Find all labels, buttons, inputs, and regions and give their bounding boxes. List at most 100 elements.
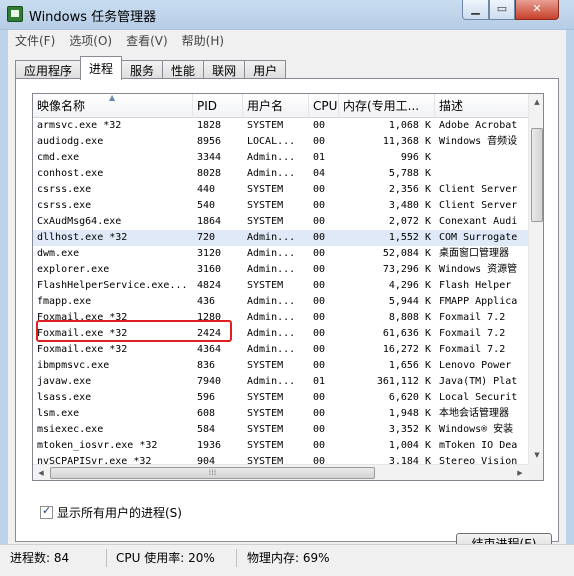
process-memory: 16,272 K [382, 344, 431, 355]
column-pid[interactable]: PID [193, 94, 243, 118]
process-description: Local Securit [439, 392, 518, 403]
process-cpu: 00 [313, 360, 326, 371]
process-memory: 3,480 K [388, 200, 431, 211]
process-pid: 540 [197, 200, 216, 211]
column-memory[interactable]: 内存(专用工... [339, 94, 435, 118]
process-pid: 3160 [197, 264, 222, 275]
process-row[interactable]: CxAudMsg64.exe 1864 SYSTEM 00 2,072 K Conexan… [33, 214, 528, 230]
process-row[interactable]: dllhost.exe *32 720 Admin... 00 1,552 K COM S… [33, 230, 528, 246]
vertical-scrollbar[interactable]: ▲ ▼ [528, 94, 543, 464]
process-row[interactable]: lsm.exe 608 SYSTEM 00 1,948 K 本地会话管理器 [33, 406, 528, 422]
process-user: SYSTEM [247, 360, 284, 371]
status-bar: 进程数: 84 CPU 使用率: 20% 物理内存: 69% [0, 544, 574, 576]
process-list[interactable]: 映像名称 ▲ PID 用户名 CPU 内存(专用工... 描述 armsvc.e… [32, 93, 544, 481]
process-cpu: 00 [313, 312, 326, 323]
vertical-scroll-thumb[interactable] [531, 128, 543, 222]
column-user-name[interactable]: 用户名 [243, 94, 309, 118]
process-pid: 836 [197, 360, 216, 371]
process-cpu: 00 [313, 392, 326, 403]
horizontal-scrollbar[interactable]: ◀ ⁞⁞⁞ ▶ [33, 464, 528, 480]
process-description: 桌面窗口管理器 [439, 248, 509, 259]
scroll-up-icon[interactable]: ▲ [529, 94, 543, 111]
process-pid: 608 [197, 408, 216, 419]
process-row[interactable]: dwm.exe 3120 Admin... 00 52,084 K 桌面窗口管理器 [33, 246, 528, 262]
process-cpu: 01 [313, 376, 326, 387]
process-pid: 584 [197, 424, 216, 435]
process-memory: 52,084 K [382, 248, 431, 259]
tab-performance[interactable]: 性能 [162, 60, 205, 79]
menu-options[interactable]: 选项(O) [62, 30, 119, 50]
process-cpu: 00 [313, 136, 326, 147]
tab-users[interactable]: 用户 [244, 60, 287, 79]
window-title: Windows 任务管理器 [29, 10, 157, 25]
process-memory: 61,636 K [382, 328, 431, 339]
process-user: Admin... [247, 376, 296, 387]
tab-applications[interactable]: 应用程序 [15, 60, 82, 79]
process-row[interactable]: audiodg.exe 8956 LOCAL... 00 11,368 K Windows… [33, 134, 528, 150]
show-all-users-checkbox[interactable] [40, 504, 53, 519]
sort-ascending-icon: ▲ [109, 94, 116, 102]
process-memory: 1,068 K [388, 120, 431, 131]
process-name: explorer.exe [37, 264, 110, 275]
process-row[interactable]: mtoken_iosvr.exe *32 1936 SYSTEM 00 1,004 K m… [33, 438, 528, 454]
process-row[interactable]: fmapp.exe 436 Admin... 00 5,944 K FMAPP Appli… [33, 294, 528, 310]
process-pid: 8028 [197, 168, 222, 179]
process-row[interactable]: ibmpmsvc.exe 836 SYSTEM 00 1,656 K Lenovo Pow… [33, 358, 528, 374]
tab-services[interactable]: 服务 [121, 60, 164, 79]
minimize-button[interactable]: ▁ [462, 0, 489, 20]
show-all-users-label: 显示所有用户的进程(S) [57, 506, 182, 520]
column-cpu[interactable]: CPU [309, 94, 339, 118]
process-user: LOCAL... [247, 136, 296, 147]
process-description: 本地会话管理器 [439, 408, 509, 419]
process-memory: 996 K [400, 152, 431, 163]
process-row[interactable]: msiexec.exe 584 SYSTEM 00 3,352 K Windows® 安装 [33, 422, 528, 438]
tab-processes[interactable]: 进程 [80, 56, 123, 80]
process-row[interactable]: Foxmail.exe *32 4364 Admin... 00 16,272 K Fox… [33, 342, 528, 358]
title-bar: Windows 任务管理器 ▁ ▭ ✕ [0, 0, 574, 30]
process-cpu: 00 [313, 232, 326, 243]
process-description: Foxmail 7.2 [439, 328, 506, 339]
scroll-right-icon[interactable]: ▶ [512, 465, 528, 480]
menu-help[interactable]: 帮助(H) [175, 30, 231, 50]
scroll-left-icon[interactable]: ◀ [33, 465, 49, 480]
process-memory: 3,352 K [388, 424, 431, 435]
menu-file[interactable]: 文件(F) [8, 30, 62, 50]
process-user: Admin... [247, 152, 296, 163]
process-description: mToken IO Dea [439, 440, 518, 451]
scroll-down-icon[interactable]: ▼ [529, 447, 543, 464]
column-label: 映像名称 [37, 99, 86, 113]
process-user: SYSTEM [247, 184, 284, 195]
process-row[interactable]: armsvc.exe *32 1828 SYSTEM 00 1,068 K Adobe A… [33, 118, 528, 134]
process-user: Admin... [247, 296, 296, 307]
horizontal-scroll-thumb[interactable]: ⁞⁞⁞ [50, 467, 375, 479]
process-row[interactable]: cmd.exe 3344 Admin... 01 996 K [33, 150, 528, 166]
process-cpu: 01 [313, 152, 326, 163]
process-name: cmd.exe [37, 152, 80, 163]
menu-view[interactable]: 查看(V) [119, 30, 175, 50]
close-button[interactable]: ✕ [515, 0, 559, 20]
process-name: csrss.exe [37, 200, 92, 211]
process-user: Admin... [247, 264, 296, 275]
maximize-button[interactable]: ▭ [489, 0, 515, 20]
process-memory: 1,552 K [388, 232, 431, 243]
status-separator [236, 549, 237, 567]
process-user: Admin... [247, 328, 296, 339]
process-row[interactable]: csrss.exe 540 SYSTEM 00 3,480 K Client Server [33, 198, 528, 214]
task-manager-icon [7, 6, 23, 22]
process-row[interactable]: csrss.exe 440 SYSTEM 00 2,356 K Client Server [33, 182, 528, 198]
tab-networking[interactable]: 联网 [203, 60, 246, 79]
process-memory: 8,808 K [388, 312, 431, 323]
process-name: msiexec.exe [37, 424, 104, 435]
process-name: lsass.exe [37, 392, 92, 403]
column-description[interactable]: 描述 [435, 94, 528, 118]
process-row[interactable]: lsass.exe 596 SYSTEM 00 6,620 K Local Securit [33, 390, 528, 406]
show-all-users-option[interactable]: 显示所有用户的进程(S) [40, 504, 182, 521]
process-row[interactable]: FlashHelperService.exe... 4824 SYSTEM 00 4,2… [33, 278, 528, 294]
process-row[interactable]: explorer.exe 3160 Admin... 00 73,296 K Window… [33, 262, 528, 278]
process-description: Client Server [439, 184, 518, 195]
process-row[interactable]: javaw.exe 7940 Admin... 01 361,112 K Java(TM)… [33, 374, 528, 390]
process-row[interactable]: conhost.exe 8028 Admin... 04 5,788 K [33, 166, 528, 182]
column-image-name[interactable]: 映像名称 ▲ [33, 94, 193, 118]
process-description: Lenovo Power [439, 360, 512, 371]
process-user: SYSTEM [247, 440, 284, 451]
